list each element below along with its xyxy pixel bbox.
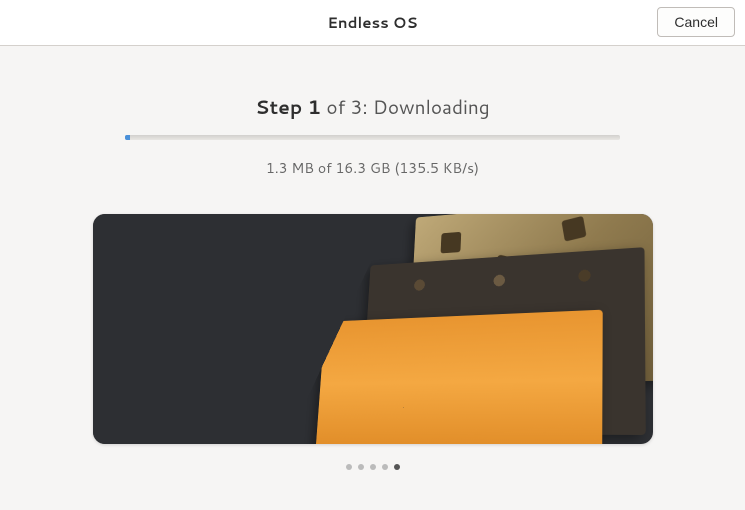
pagination-dot[interactable] [382, 464, 388, 470]
step-label-rest: of 3: Downloading [321, 94, 490, 121]
cancel-button[interactable]: Cancel [657, 7, 735, 37]
pagination-dot[interactable] [370, 464, 376, 470]
progress-fill [125, 135, 130, 140]
pagination-dot[interactable] [358, 464, 364, 470]
promo-carousel[interactable]: ENCICLOPEDIA [93, 214, 653, 444]
progress-bar [125, 135, 620, 140]
progress-status-text: 1.3 MB of 16.3 GB (135.5 KB/s) [0, 158, 745, 178]
step-label-bold: Step 1 [255, 94, 321, 121]
carousel-pagination [0, 464, 745, 470]
main-content: Step 1 of 3: Downloading 1.3 MB of 16.3 … [0, 46, 745, 470]
window-title: Endless OS [327, 12, 417, 33]
step-title: Step 1 of 3: Downloading [0, 94, 745, 121]
pagination-dot-active[interactable] [394, 464, 400, 470]
pagination-dot[interactable] [346, 464, 352, 470]
window-header: Endless OS Cancel [0, 0, 745, 46]
